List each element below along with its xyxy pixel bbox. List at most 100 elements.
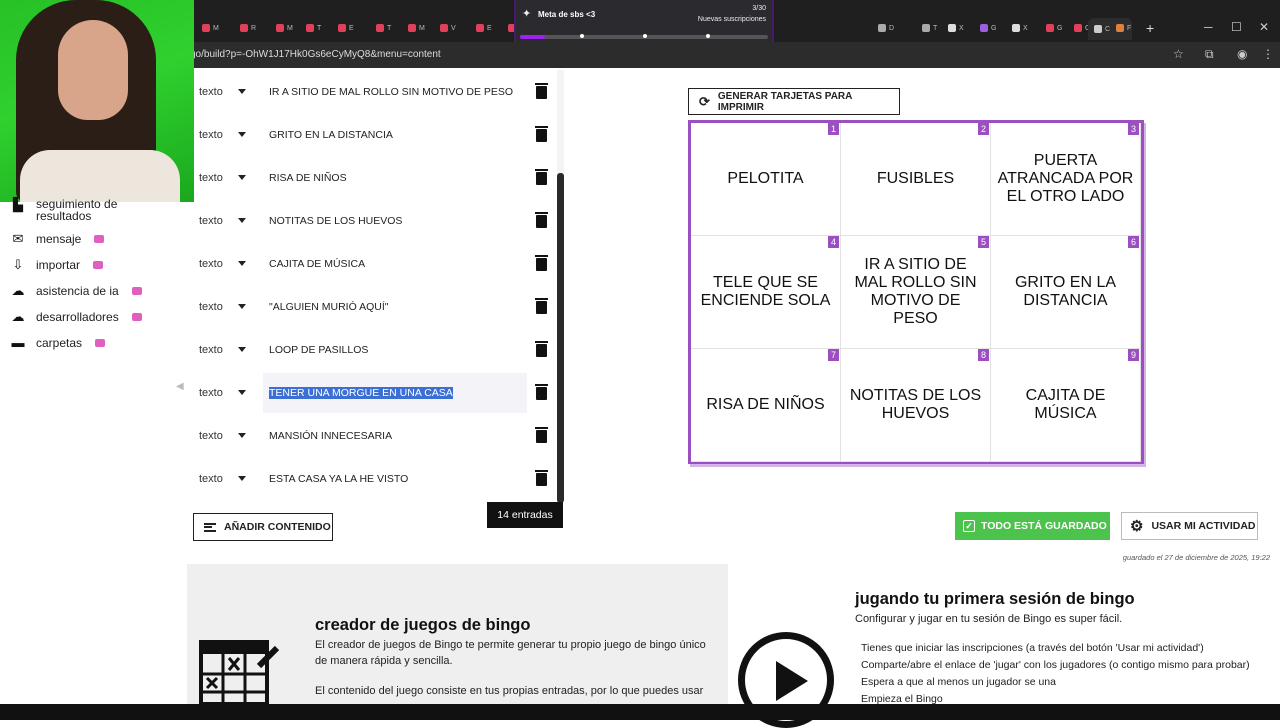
trash-icon[interactable]	[535, 255, 548, 271]
entry-text-input[interactable]: NOTITAS DE LOS HUEVOS	[263, 201, 527, 241]
sidebar-item-import[interactable]: ⇩ importar	[10, 258, 104, 272]
entry-row: texto NOTITAS DE LOS HUEVOS	[190, 199, 550, 239]
tab-label: T	[387, 24, 392, 32]
entry-type-select[interactable]: texto	[199, 215, 223, 227]
trash-icon[interactable]	[535, 83, 548, 99]
entry-type-select[interactable]: texto	[199, 86, 223, 98]
pro-badge-icon	[131, 313, 142, 321]
sidebar-item-label: desarrolladores	[36, 310, 119, 324]
entry-type-select[interactable]: texto	[199, 301, 223, 313]
all-saved-button[interactable]: ✓ TODO ESTÁ GUARDADO	[955, 512, 1110, 540]
tab-favicon-icon	[1074, 24, 1082, 32]
entries-list: texto IR A SITIO DE MAL ROLLO SIN MOTIVO …	[190, 70, 558, 502]
save-check-icon: ✓	[963, 520, 975, 532]
webcam-overlay	[0, 0, 194, 202]
menu-icon[interactable]: ⋮	[1262, 47, 1274, 61]
caret-down-icon[interactable]	[238, 476, 246, 481]
caret-down-icon[interactable]	[238, 89, 246, 94]
tab-favicon-icon	[276, 24, 284, 32]
entry-type-select[interactable]: texto	[199, 430, 223, 442]
caret-down-icon[interactable]	[238, 347, 246, 352]
trash-icon[interactable]	[535, 341, 548, 357]
collapse-sidebar-icon[interactable]: ◀	[176, 381, 184, 392]
browser-tab[interactable]: T	[306, 20, 332, 36]
tab-favicon-icon	[338, 24, 346, 32]
bingo-cell: 7 RISA DE NIÑOS	[691, 349, 841, 462]
browser-tab[interactable]: E	[338, 20, 364, 36]
caret-down-icon[interactable]	[238, 390, 246, 395]
caret-down-icon[interactable]	[238, 132, 246, 137]
trash-icon[interactable]	[535, 169, 548, 185]
browser-tab[interactable]: M	[276, 20, 302, 36]
entry-text-input[interactable]: "ALGUIEN MURIÓ AQUÍ"	[263, 287, 527, 327]
tab-label: T	[933, 24, 938, 32]
caret-down-icon[interactable]	[238, 261, 246, 266]
browser-tab[interactable]: V	[440, 20, 466, 36]
entry-type-select[interactable]: texto	[199, 129, 223, 141]
entry-text-input[interactable]: IR A SITIO DE MAL ROLLO SIN MOTIVO DE PE…	[263, 72, 527, 112]
sidebar-item-ai[interactable]: ☁ asistencia de ia	[10, 284, 142, 298]
extensions-icon[interactable]: ⧉	[1205, 47, 1214, 62]
browser-tab[interactable]: T	[922, 20, 948, 36]
use-activity-button[interactable]: ⚙ USAR MI ACTIVIDAD	[1121, 512, 1258, 540]
url-field[interactable]: go/build?p=-OhW1J17Hk0Gs6eCyMyQ8&menu=co…	[190, 49, 441, 60]
refresh-icon: ⟳	[699, 93, 710, 109]
caret-down-icon[interactable]	[238, 218, 246, 223]
sidebar-item-message[interactable]: ✉ mensaje	[10, 232, 105, 246]
entry-type-select[interactable]: texto	[199, 344, 223, 356]
sidebar-item-results[interactable]: ▙ seguimiento de resultados	[10, 198, 136, 223]
caret-down-icon[interactable]	[238, 175, 246, 180]
browser-tab[interactable]: G	[1046, 20, 1072, 36]
entry-text-input[interactable]: RISA DE NIÑOS	[263, 158, 527, 198]
entry-text: NOTITAS DE LOS HUEVOS	[269, 215, 403, 227]
browser-tab[interactable]: M	[202, 20, 228, 36]
profile-icon[interactable]: ◉	[1237, 47, 1247, 61]
entry-text-input[interactable]: LOOP DE PASILLOS	[263, 330, 527, 370]
new-tab-button[interactable]: +	[1146, 20, 1154, 36]
entry-text-input[interactable]: ESTA CASA YA LA HE VISTO	[263, 459, 527, 499]
trash-icon[interactable]	[535, 212, 548, 228]
saved-timestamp: guardado el 27 de diciembre de 2025, 19:…	[1122, 553, 1270, 562]
trash-icon[interactable]	[535, 427, 548, 443]
trash-icon[interactable]	[535, 470, 548, 486]
trash-icon[interactable]	[535, 384, 548, 400]
browser-tab[interactable]: X	[1012, 20, 1038, 36]
entry-type-select[interactable]: texto	[199, 172, 223, 184]
pro-badge-icon	[94, 235, 105, 243]
entry-text-input[interactable]: CAJITA DE MÚSICA	[263, 244, 527, 284]
entry-text-input[interactable]: GRITO EN LA DISTANCIA	[263, 115, 527, 155]
entry-row: texto MANSIÓN INNECESARIA	[190, 414, 550, 454]
minimize-button[interactable]: ─	[1204, 20, 1213, 34]
trash-icon[interactable]	[535, 298, 548, 314]
entry-type-select[interactable]: texto	[199, 387, 223, 399]
entry-type-select[interactable]: texto	[199, 258, 223, 270]
entry-type-select[interactable]: texto	[199, 473, 223, 485]
browser-tab[interactable]: E	[476, 20, 502, 36]
sidebar-item-developers[interactable]: ☁ desarrolladores	[10, 310, 142, 324]
caret-down-icon[interactable]	[238, 433, 246, 438]
generate-cards-button[interactable]: ⟳ GENERAR TARJETAS PARA IMPRIMIR	[688, 88, 900, 115]
tab-favicon-icon	[1094, 25, 1102, 33]
tab-label: F	[1127, 24, 1132, 32]
bingo-cell: 4 TELE QUE SE ENCIENDE SOLA	[691, 236, 841, 349]
goal-progress-fill	[520, 35, 545, 39]
maximize-button[interactable]: ☐	[1231, 20, 1242, 34]
browser-tab[interactable]: M	[408, 20, 434, 36]
close-window-button[interactable]: ✕	[1259, 20, 1269, 34]
entry-text-input[interactable]: TENER UNA MORGUE EN UNA CASA	[263, 373, 527, 413]
browser-tab[interactable]: R	[240, 20, 266, 36]
entries-scrollbar-thumb[interactable]	[557, 173, 564, 503]
bingo-creator-info: creador de juegos de bingo El creador de…	[187, 564, 728, 704]
browser-tab[interactable]: G	[980, 20, 1006, 36]
entry-text: GRITO EN LA DISTANCIA	[269, 129, 393, 141]
star-icon[interactable]: ☆	[1173, 47, 1184, 61]
entry-text-input[interactable]: MANSIÓN INNECESARIA	[263, 416, 527, 456]
browser-tab[interactable]: X	[948, 20, 974, 36]
browser-tab[interactable]: D	[878, 20, 904, 36]
caret-down-icon[interactable]	[238, 304, 246, 309]
browser-tab[interactable]: F	[1116, 20, 1142, 36]
sidebar-item-folders[interactable]: ▬ carpetas	[10, 336, 106, 350]
trash-icon[interactable]	[535, 126, 548, 142]
add-content-button[interactable]: AÑADIR CONTENIDO	[193, 513, 333, 541]
browser-tab[interactable]: T	[376, 20, 402, 36]
